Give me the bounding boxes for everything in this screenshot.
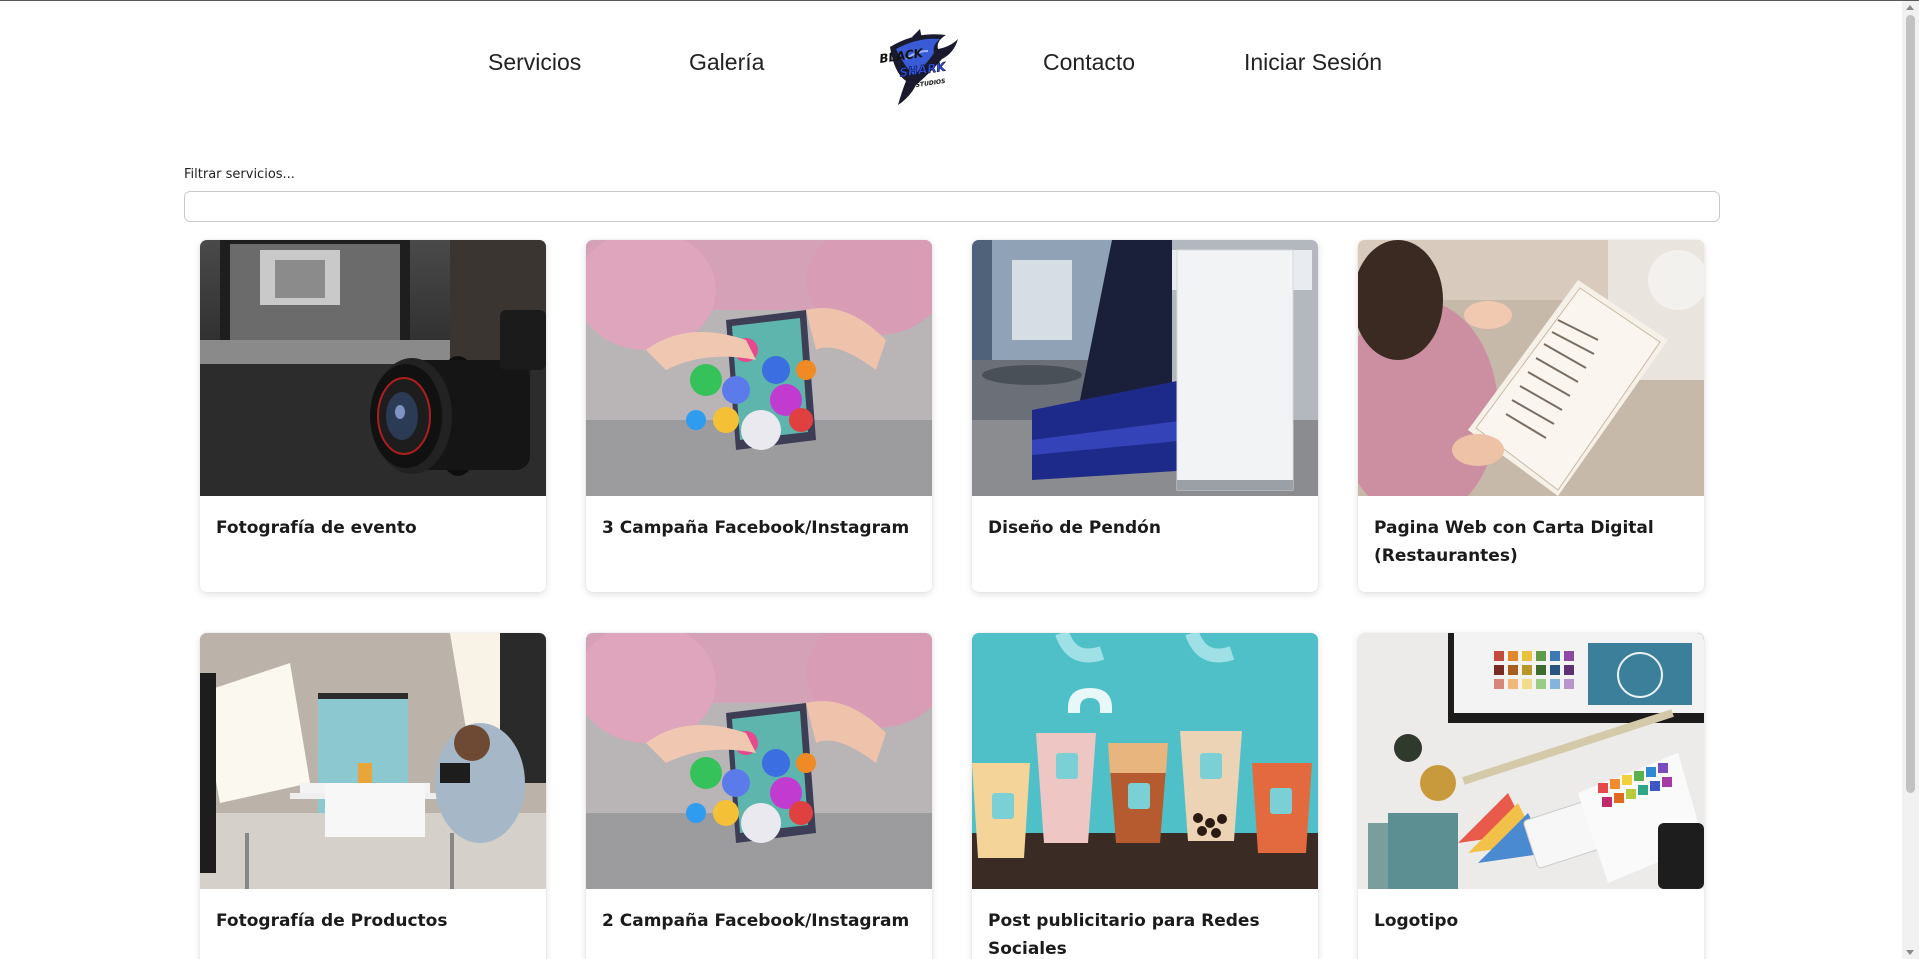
bubble-tea-cups-photo <box>972 633 1318 889</box>
service-card[interactable]: Post publicitario para Redes Sociales <box>972 633 1318 959</box>
service-card[interactable]: Pagina Web con Carta Digital (Restaurant… <box>1358 240 1704 592</box>
social-media-phone-photo <box>586 240 932 496</box>
card-title: 3 Campaña Facebook/Instagram <box>602 518 910 538</box>
restaurant-menu-photo <box>1358 240 1704 496</box>
social-media-phone-photo <box>586 633 932 889</box>
card-title: Logotipo <box>1374 911 1459 931</box>
service-card[interactable]: Fotografía de evento <box>200 240 546 592</box>
card-title: Fotografía de evento <box>216 518 417 538</box>
scroll-thumb[interactable] <box>1906 15 1915 793</box>
card-title: Post publicitario para Redes Sociales <box>988 911 1260 959</box>
design-desk-photo <box>1358 633 1704 889</box>
page-scrollbar[interactable] <box>1902 1 1919 959</box>
service-card[interactable]: 3 Campaña Facebook/Instagram <box>586 240 932 592</box>
shark-logo-icon: BLACK SHARK STUDIOS <box>878 29 958 106</box>
service-card[interactable]: Fotografía de Productos <box>200 633 546 959</box>
page: Servicios Galería BLACK SHARK STUDIOS Co… <box>0 1 1902 959</box>
card-title: 2 Campaña Facebook/Instagram <box>602 911 910 931</box>
navbar: Servicios Galería BLACK SHARK STUDIOS Co… <box>0 1 1902 131</box>
service-card[interactable]: Diseño de Pendón <box>972 240 1318 592</box>
brand-logo[interactable]: BLACK SHARK STUDIOS <box>876 29 960 107</box>
scroll-up-arrow-icon[interactable] <box>1906 5 1914 10</box>
filter-label: Filtrar servicios... <box>184 167 295 182</box>
service-card[interactable]: 2 Campaña Facebook/Instagram <box>586 633 932 959</box>
filter-input[interactable] <box>184 191 1720 222</box>
nav-link-contacto[interactable]: Contacto <box>1043 49 1135 76</box>
card-title: Diseño de Pendón <box>988 518 1161 538</box>
nav-link-galeria[interactable]: Galería <box>689 49 764 76</box>
nav-link-servicios[interactable]: Servicios <box>488 49 581 76</box>
camera-lens-photo <box>200 240 546 496</box>
nav-link-iniciar-sesion[interactable]: Iniciar Sesión <box>1244 49 1382 76</box>
scroll-down-arrow-icon[interactable] <box>1906 950 1914 955</box>
service-card[interactable]: Logotipo <box>1358 633 1704 959</box>
banner-stand-photo <box>972 240 1318 496</box>
card-title: Fotografía de Productos <box>216 911 448 931</box>
product-studio-photo <box>200 633 546 889</box>
card-title: Pagina Web con Carta Digital (Restaurant… <box>1374 518 1654 566</box>
